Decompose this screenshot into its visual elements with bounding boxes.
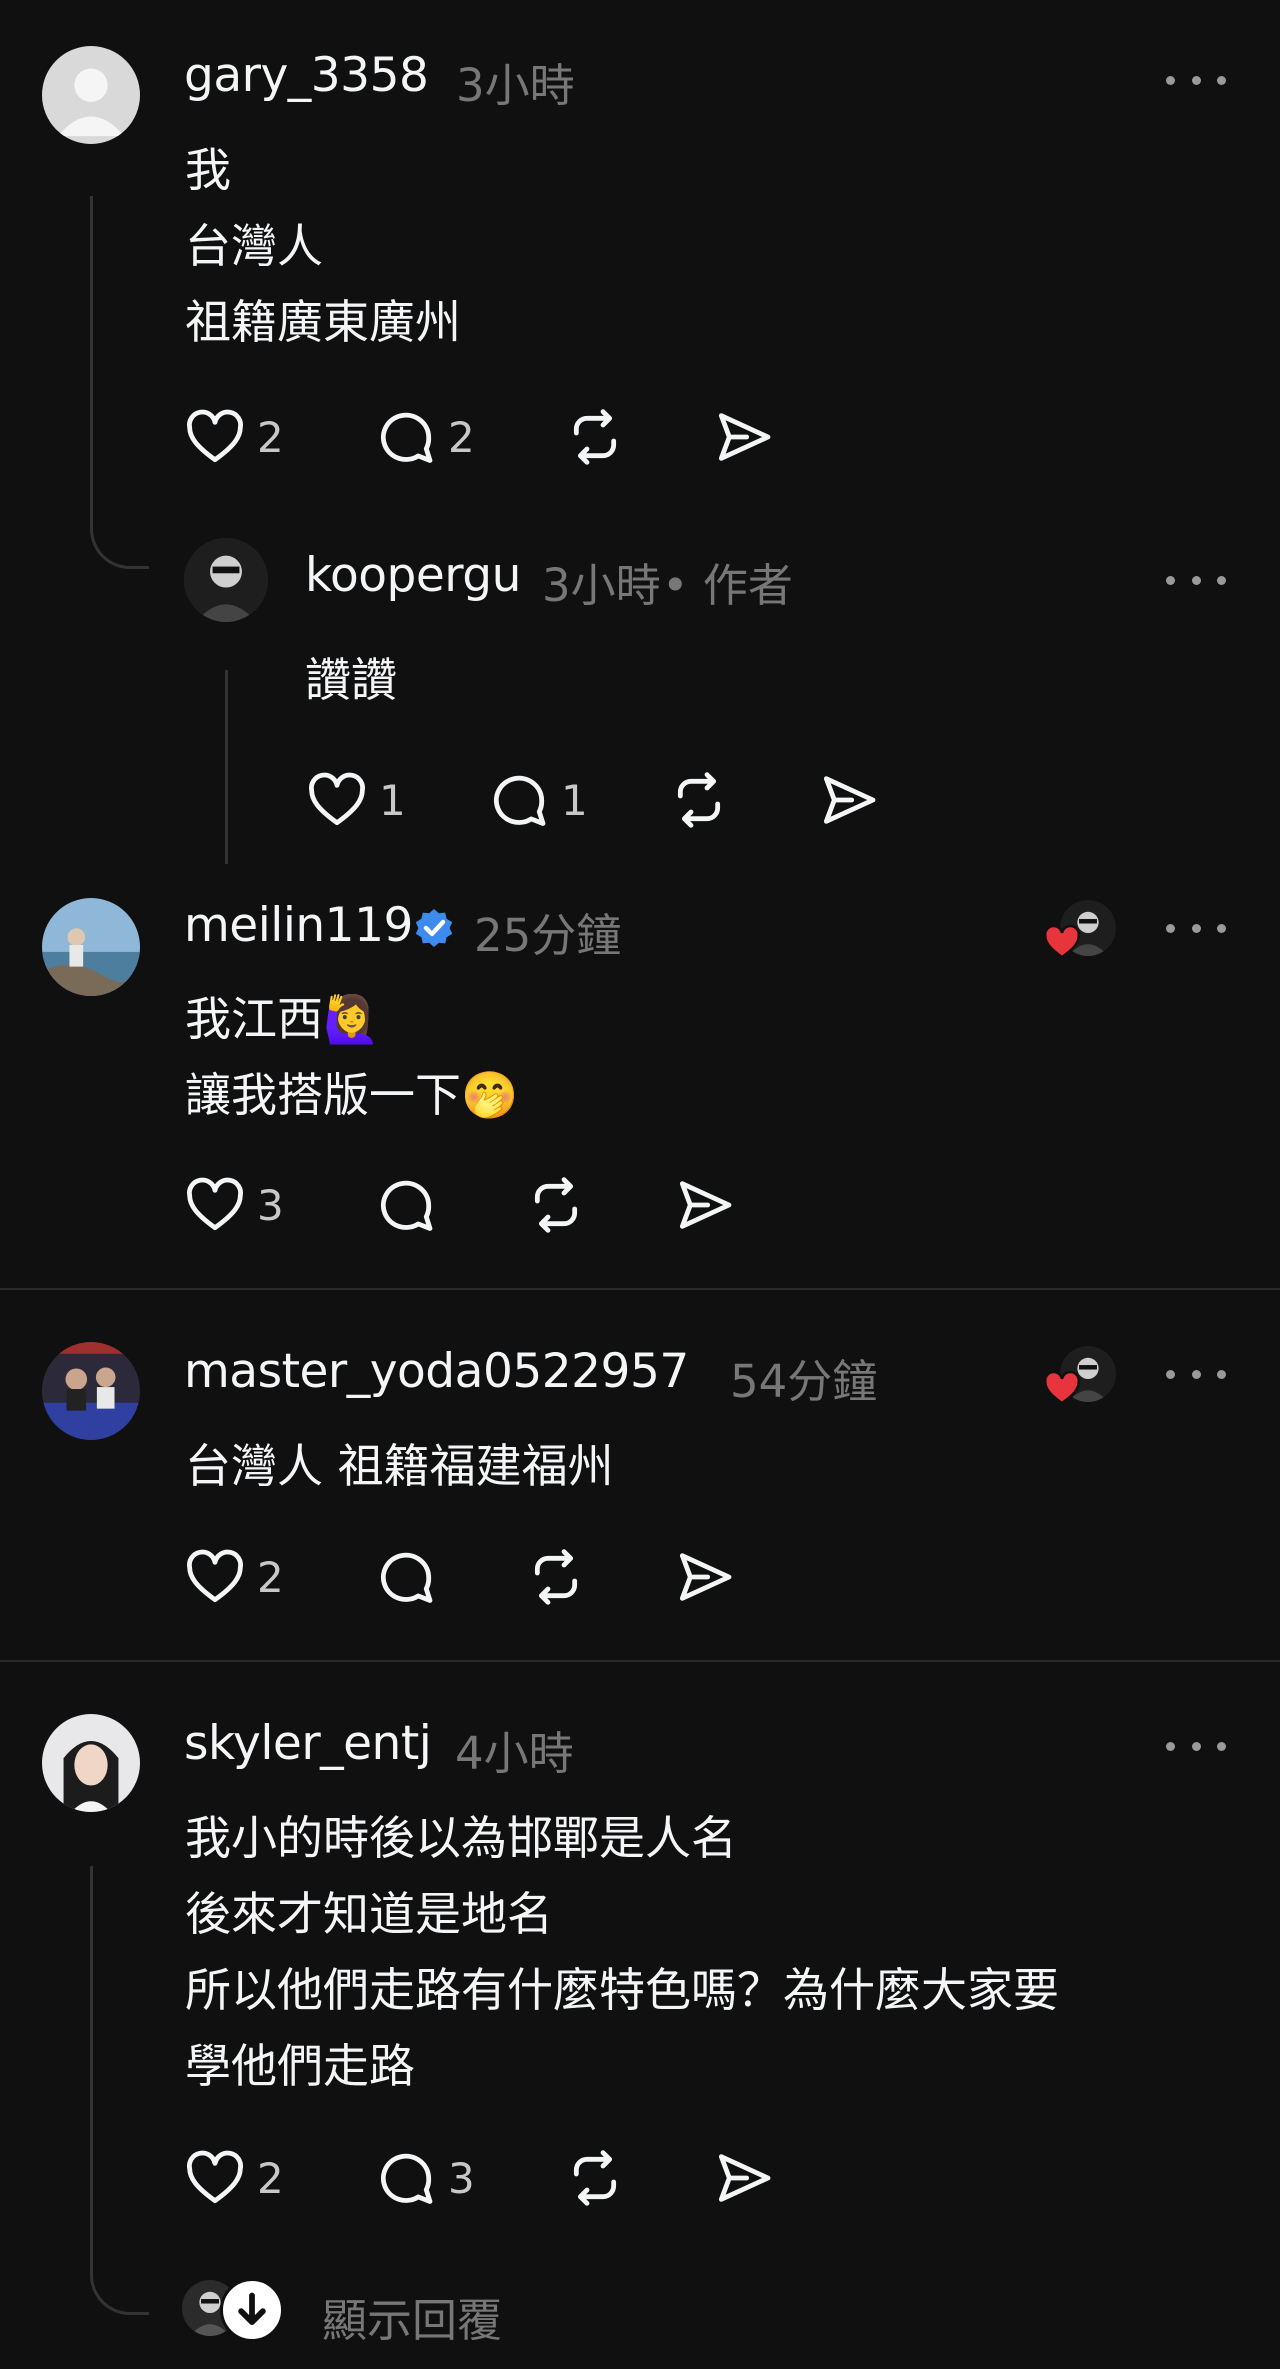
heart-filled-icon (1043, 1370, 1081, 1405)
heart-icon (187, 409, 243, 463)
reply-button[interactable]: 1 (487, 765, 588, 835)
repost-button[interactable] (563, 402, 627, 472)
heart-icon (187, 2150, 243, 2204)
author-tag: • 作者 (662, 559, 793, 612)
like-button[interactable]: 1 (305, 765, 406, 835)
send-icon (679, 1181, 732, 1229)
send-icon (823, 776, 876, 824)
share-button[interactable] (712, 2143, 776, 2213)
comment-text: 台灣人 祖籍福建福州 (185, 1439, 614, 1493)
send-icon (718, 2154, 771, 2202)
username[interactable]: koopergu (305, 548, 521, 603)
repost-button[interactable] (667, 765, 731, 835)
avatar[interactable] (42, 898, 140, 996)
comment-bubble-icon (380, 2153, 433, 2204)
more-options-icon[interactable] (1166, 908, 1226, 948)
comment-text: 學他們走路 (185, 2039, 415, 2093)
comment-text: 我小的時後以為邯鄲是人名 (185, 1811, 737, 1865)
reply-count: 1 (561, 775, 588, 825)
repost-icon (534, 1549, 578, 1605)
heart-icon (309, 772, 365, 826)
timestamp: 54分鐘 (730, 1355, 878, 1408)
heart-filled-icon (1043, 924, 1081, 959)
more-options-icon[interactable] (1166, 60, 1226, 100)
thread-line (90, 1866, 149, 2315)
show-replies-label: 顯示回覆 (322, 2294, 503, 2347)
show-replies-button[interactable]: 顯示回覆 (182, 2276, 542, 2347)
comment-text: 台灣人 (185, 219, 323, 273)
timestamp: 3小時 (542, 559, 661, 612)
repost-icon (573, 409, 617, 465)
comment-text: 讚讚 (305, 653, 397, 707)
verified-badge-icon (415, 909, 453, 947)
like-button[interactable]: 2 (183, 2143, 284, 2213)
repost-icon (534, 1177, 578, 1233)
comment-text: 後來才知道是地名 (185, 1887, 553, 1941)
reply-count: 3 (448, 2153, 475, 2203)
divider (0, 1288, 1280, 1290)
share-button[interactable] (673, 1170, 737, 1240)
repost-button[interactable] (524, 1542, 588, 1612)
comment-text: 所以他們走路有什麼特色嗎？為什麼大家要 (185, 1963, 1059, 2017)
author-liked-badge (1043, 1346, 1116, 1405)
timestamp: 4小時 (455, 1727, 574, 1780)
reply-count: 2 (448, 412, 475, 462)
like-button[interactable]: 2 (183, 1542, 284, 1612)
heart-icon (187, 1177, 243, 1231)
more-options-icon[interactable] (1166, 560, 1226, 600)
comment-text: 我 (185, 143, 231, 197)
divider (0, 1660, 1280, 1662)
thread-line (225, 670, 228, 864)
reply-button[interactable] (374, 1542, 438, 1612)
comment-text: 祖籍廣東廣州 (185, 295, 461, 349)
repost-icon (677, 772, 721, 828)
share-button[interactable] (712, 402, 776, 472)
like-count: 3 (257, 1180, 284, 1230)
username[interactable]: meilin119 (184, 898, 413, 953)
comment-bubble-icon (380, 1180, 433, 1231)
comment-text: 我江西🙋‍♀️ (185, 992, 381, 1046)
send-icon (679, 1553, 732, 1601)
timestamp: 3小時 (456, 59, 575, 112)
like-count: 2 (257, 2153, 284, 2203)
username[interactable]: skyler_entj (184, 1716, 432, 1771)
more-options-icon[interactable] (1166, 1354, 1226, 1394)
like-count: 1 (379, 775, 406, 825)
share-button[interactable] (673, 1542, 737, 1612)
username[interactable]: master_yoda0522957 (184, 1344, 689, 1399)
repost-icon (573, 2150, 617, 2206)
arrow-down-icon (220, 2278, 284, 2342)
avatar[interactable] (42, 1342, 140, 1440)
reply-button[interactable]: 2 (374, 402, 475, 472)
username[interactable]: gary_3358 (184, 48, 429, 103)
avatar[interactable] (42, 1714, 140, 1812)
like-count: 2 (257, 412, 284, 462)
avatar[interactable] (184, 538, 268, 622)
like-count: 2 (257, 1552, 284, 1602)
repost-button[interactable] (524, 1170, 588, 1240)
share-button[interactable] (817, 765, 881, 835)
thread-line (90, 196, 149, 569)
comment-bubble-icon (380, 412, 433, 463)
comment-bubble-icon (380, 1552, 433, 1603)
comment-text: 讓我搭版一下🤭 (185, 1068, 519, 1122)
like-button[interactable]: 2 (183, 402, 284, 472)
comment-bubble-icon (493, 775, 546, 826)
like-button[interactable]: 3 (183, 1170, 284, 1240)
reply-button[interactable] (374, 1170, 438, 1240)
reply-button[interactable]: 3 (374, 2143, 475, 2213)
send-icon (718, 413, 771, 461)
repost-button[interactable] (563, 2143, 627, 2213)
avatar[interactable] (42, 46, 140, 144)
more-options-icon[interactable] (1166, 1726, 1226, 1766)
timestamp: 25分鐘 (474, 909, 622, 962)
author-liked-badge (1043, 900, 1116, 959)
heart-icon (187, 1549, 243, 1603)
